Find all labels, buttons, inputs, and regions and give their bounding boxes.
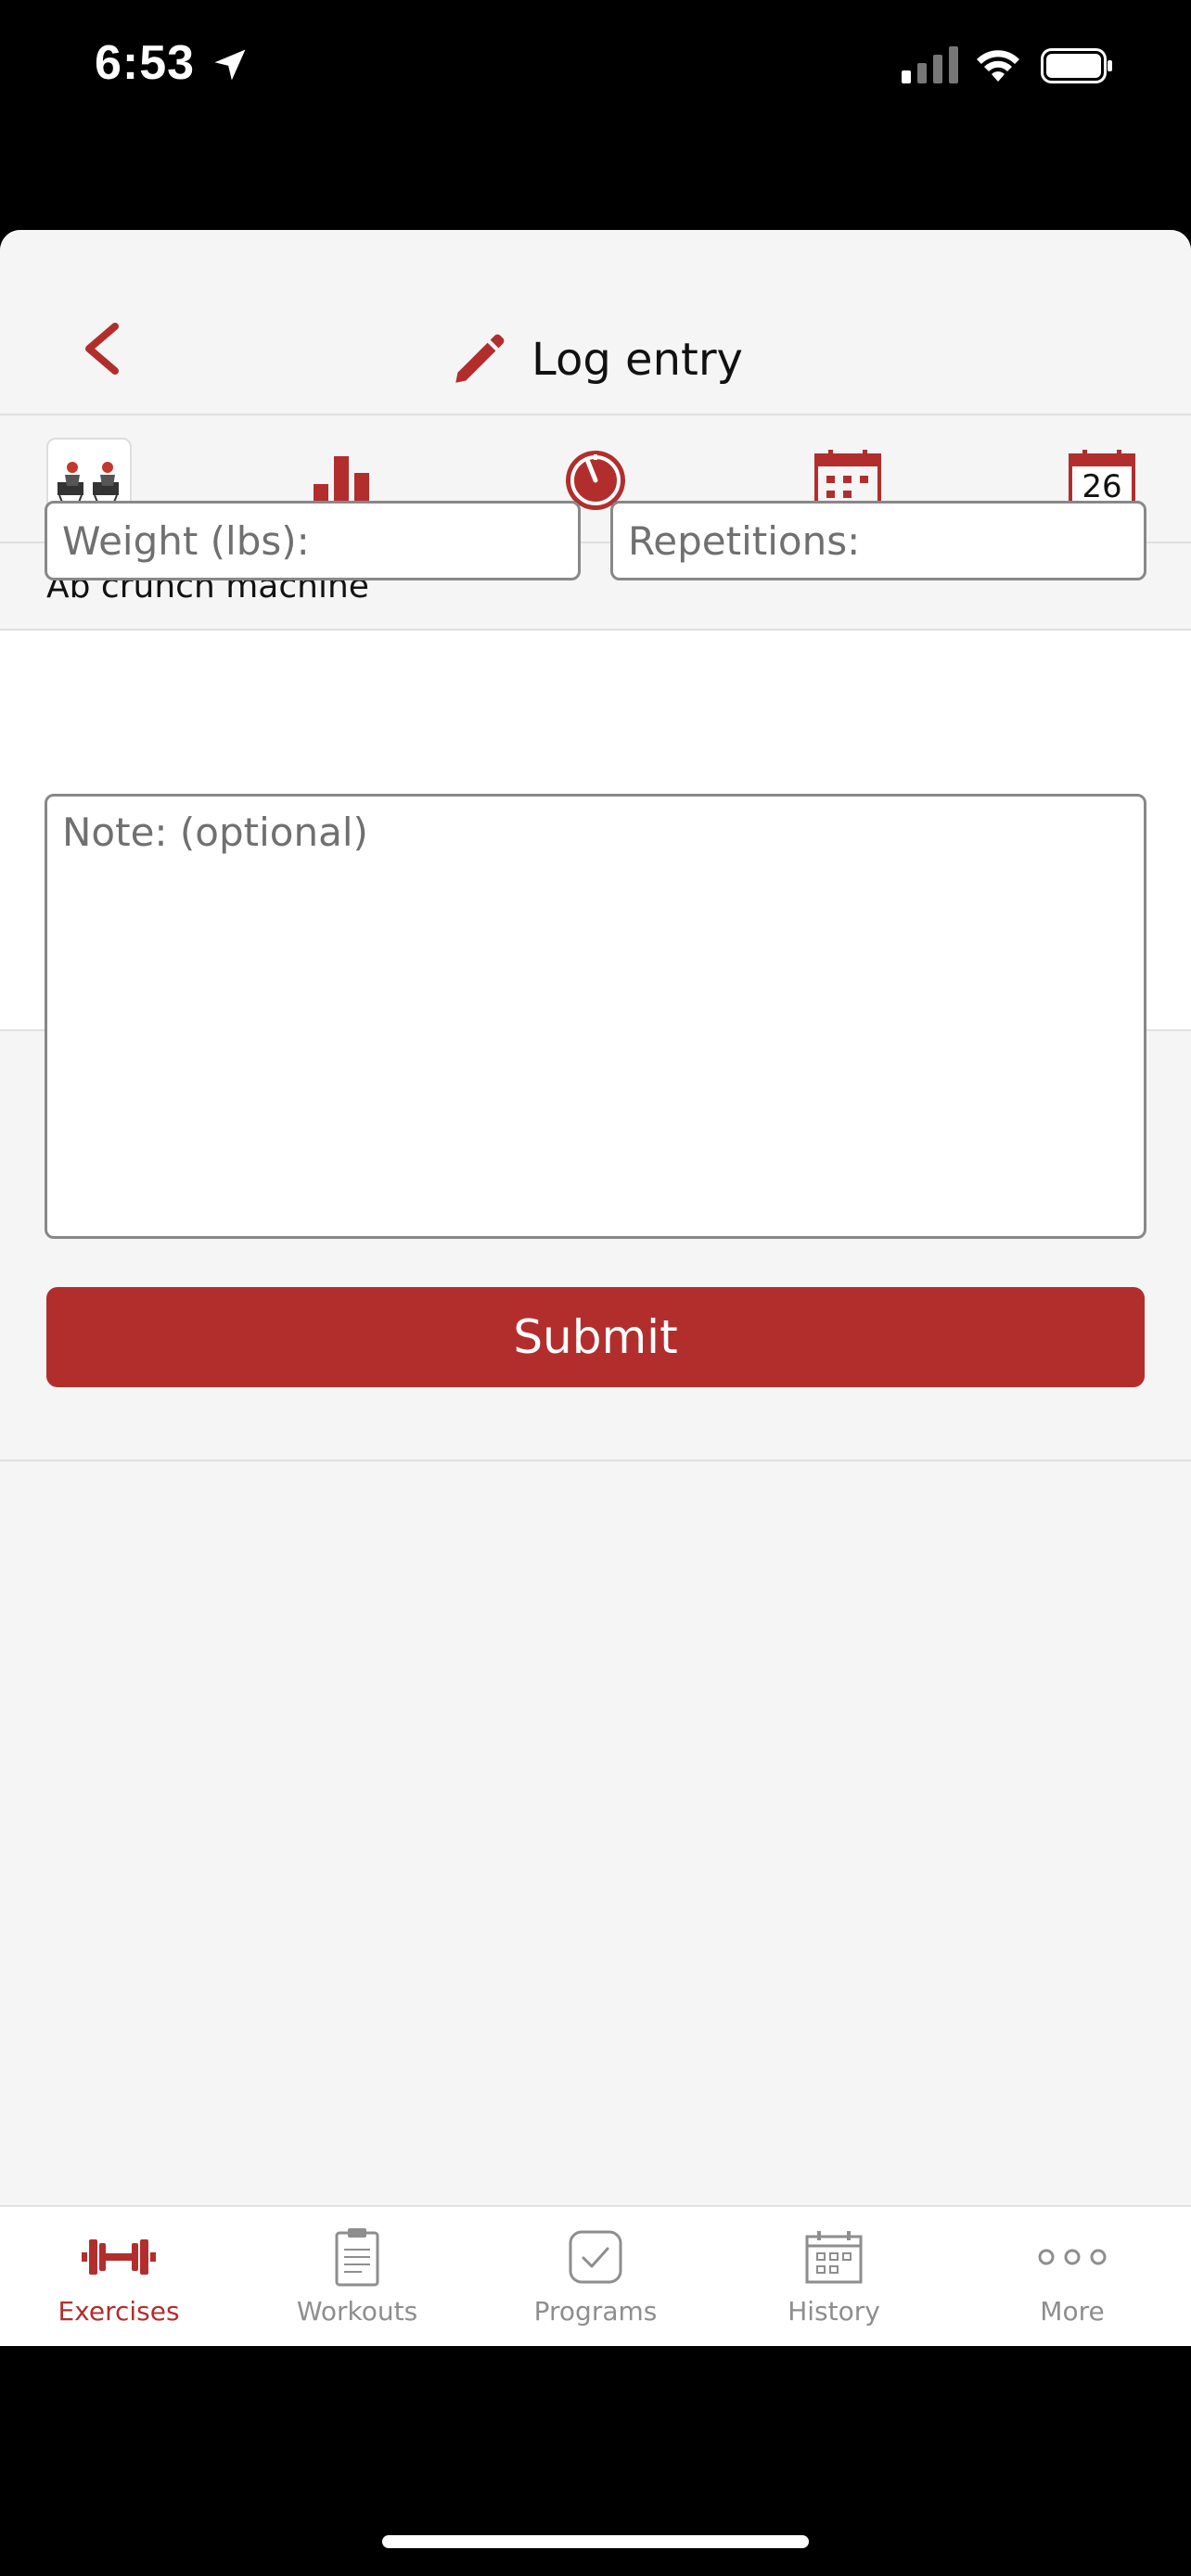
header: Log entry (0, 230, 1191, 415)
calendar-day-number: 26 (1082, 468, 1122, 505)
tab-label: Programs (533, 2296, 658, 2327)
dumbbell-icon (82, 2239, 156, 2275)
status-time: 6:53 (95, 36, 196, 90)
wifi-icon (977, 50, 1019, 82)
home-indicator (382, 2535, 809, 2548)
note-textarea[interactable] (47, 797, 1144, 1236)
battery-icon (1041, 48, 1112, 83)
tab-programs[interactable]: Programs (477, 2207, 714, 2346)
more-icon (1038, 2249, 1107, 2265)
clipboard-icon (335, 2228, 379, 2287)
checkmark-icon (569, 2230, 622, 2284)
weight-field[interactable] (45, 501, 581, 580)
tab-exercises[interactable]: Exercises (0, 2207, 237, 2346)
tab-label: More (1040, 2296, 1105, 2327)
title-wrap: Log entry (0, 323, 1191, 397)
tab-label: History (788, 2296, 880, 2327)
weight-input[interactable] (47, 504, 578, 578)
calendar-icon (805, 2231, 863, 2284)
page-title: Log entry (531, 334, 743, 386)
exercise-illustration-icon (58, 462, 119, 505)
repetitions-input[interactable] (613, 504, 1144, 578)
tab-label: Workouts (296, 2296, 418, 2327)
tab-workouts[interactable]: Workouts (238, 2207, 476, 2346)
location-arrow-icon (214, 49, 246, 81)
tab-bar: Exercises Workouts Programs History More (0, 2205, 1191, 2346)
tab-label: Exercises (58, 2296, 180, 2327)
tab-history[interactable]: History (715, 2207, 953, 2346)
app-screen: Log entry 26 Ab crunch machine Weight (l… (0, 230, 1191, 2346)
repetitions-field[interactable] (610, 501, 1146, 580)
tab-more[interactable]: More (954, 2207, 1191, 2346)
pencil-icon (455, 334, 505, 383)
submit-button[interactable]: Submit (46, 1287, 1145, 1387)
note-field[interactable] (45, 794, 1146, 1239)
status-bar: 6:53 (0, 0, 1191, 130)
section-divider (0, 1460, 1191, 1461)
cellular-signal-icon (902, 46, 958, 83)
